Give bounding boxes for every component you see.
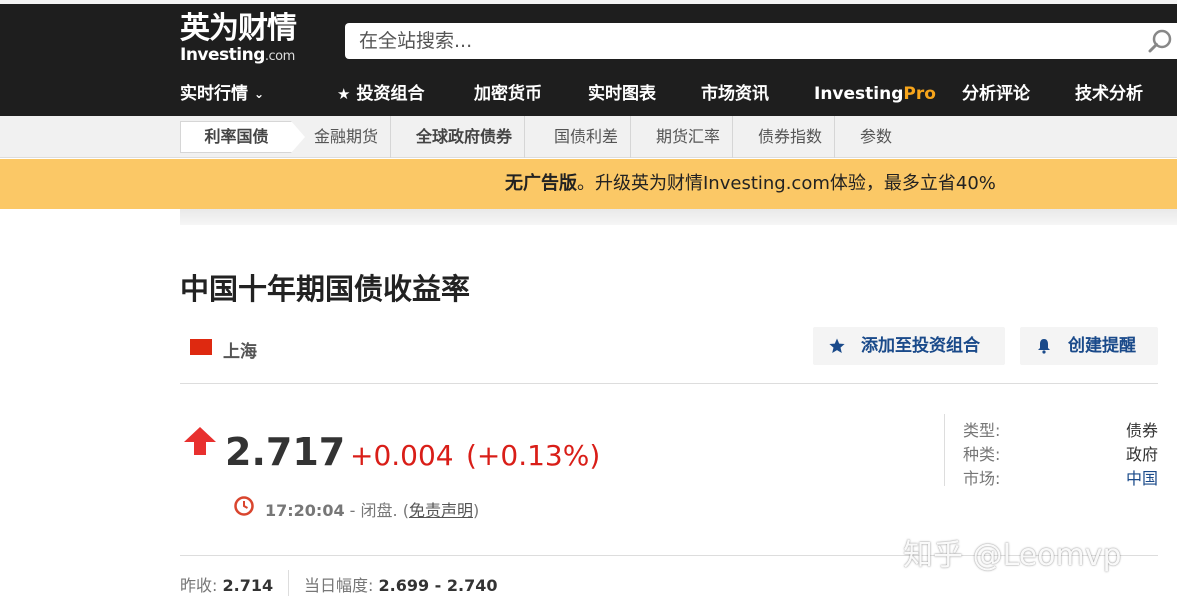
clock-icon <box>234 496 254 516</box>
nav-markets[interactable]: 实时行情 ⌄ <box>180 82 264 106</box>
main-nav: 实时行情 ⌄ ★ 投资组合 加密货币 实时图表 市场资讯 InvestingPro … <box>0 74 1177 116</box>
up-arrow-icon <box>184 427 216 455</box>
nav-portfolio[interactable]: ★ 投资组合 <box>337 82 424 106</box>
market-status: - 闭盘. ( <box>344 501 409 520</box>
info-divider <box>944 414 945 486</box>
china-flag-icon <box>190 339 212 355</box>
prev-close: 昨收: 2.714 <box>180 572 273 596</box>
site-logo[interactable]: 英为财情 Investing.com <box>180 12 330 68</box>
subnav-bond-indices[interactable]: 债券指数 <box>746 116 836 158</box>
chevron-down-icon: ⌄ <box>254 87 265 101</box>
subnav-futures-fx[interactable]: 期货汇率 <box>644 116 734 158</box>
info-market-link[interactable]: 中国 <box>1126 465 1158 489</box>
search-icon[interactable] <box>1148 28 1174 54</box>
day-range: 当日幅度: 2.699 - 2.740 <box>304 572 497 596</box>
info-category-value: 政府 <box>1125 445 1158 464</box>
promo-strong: 无广告版 <box>505 173 577 194</box>
quote-time-line: 17:20:04 - 闭盘. (免责声明) <box>265 497 479 521</box>
divider <box>180 383 1158 384</box>
price-change-percent: (+0.13%) <box>466 439 601 472</box>
nav-analysis[interactable]: 分析评论 <box>962 82 1030 106</box>
banner-shadow <box>180 209 1177 225</box>
star-icon <box>829 338 845 353</box>
day-range-value: 2.699 - 2.740 <box>378 576 498 595</box>
promo-text: 无广告版。升级英为财情Investing.com体验，最多立省40% <box>505 159 996 209</box>
prev-close-value: 2.714 <box>222 576 274 595</box>
subnav-rates-bonds[interactable]: 利率国债 <box>180 121 292 153</box>
promo-banner[interactable]: 无广告版。升级英为财情Investing.com体验，最多立省40% <box>0 159 1177 209</box>
sub-nav: 利率国债 金融期货 全球政府债券 国债利差 期货汇率 债券指数 参数 <box>0 116 1177 158</box>
watermark: 知乎 @Leomvp <box>903 538 1122 573</box>
nav-charts[interactable]: 实时图表 <box>588 82 656 106</box>
logo-chinese: 英为财情 <box>180 11 297 46</box>
last-price: 2.717 <box>225 430 346 474</box>
investing-pro-label-b: Pro <box>903 84 936 104</box>
close-paren: ) <box>472 501 480 520</box>
logo-english: Investing.com <box>180 46 295 66</box>
day-range-label: 当日幅度: <box>304 576 379 595</box>
prev-close-label: 昨收: <box>180 576 223 595</box>
nav-crypto[interactable]: 加密货币 <box>474 82 542 106</box>
nav-investing-pro[interactable]: InvestingPro <box>814 82 936 106</box>
nav-markets-label: 实时行情 <box>180 84 248 104</box>
search-input[interactable] <box>359 27 1119 55</box>
subnav-financial-futures[interactable]: 金融期货 <box>302 116 392 158</box>
top-header: 英为财情 Investing.com 实时行情⌄ ★投资组合 加密货币 实时图表… <box>0 0 1177 116</box>
nav-technical[interactable]: 技术分析 <box>1075 82 1143 106</box>
stat-separator <box>288 570 289 596</box>
logo-english-suffix: .com <box>264 49 295 64</box>
disclaimer-link[interactable]: 免责声明 <box>409 501 473 520</box>
nav-portfolio-label: 投资组合 <box>356 84 425 104</box>
subnav-params[interactable]: 参数 <box>848 116 904 158</box>
subnav-gov-bonds[interactable]: 全球政府债券 <box>404 116 526 158</box>
star-icon: ★ <box>337 85 351 103</box>
info-category-label: 种类: <box>963 445 1001 464</box>
price-change: +0.004 <box>350 439 454 472</box>
info-type-value: 债券 <box>1125 421 1158 440</box>
page-title: 中国十年期国债收益率 <box>180 272 471 306</box>
investing-pro-label-a: Investing <box>814 84 904 104</box>
logo-english-name: Investing <box>180 45 265 65</box>
promo-rest: 。升级英为财情Investing.com体验，最多立省40% <box>577 173 996 194</box>
create-alert-label: 创建提醒 <box>1068 336 1136 356</box>
browser-edge <box>0 0 1177 4</box>
nav-news[interactable]: 市场资讯 <box>701 82 769 106</box>
info-type-label: 类型: <box>963 421 1001 440</box>
add-to-portfolio-label: 添加至投资组合 <box>861 336 980 356</box>
subnav-bond-spreads[interactable]: 国债利差 <box>542 116 632 158</box>
search-box <box>345 23 1177 59</box>
quote-time: 17:20:04 <box>265 501 345 520</box>
add-to-portfolio-button[interactable]: 添加至投资组合 <box>813 327 1005 365</box>
bell-icon <box>1038 339 1050 354</box>
create-alert-button[interactable]: 创建提醒 <box>1020 327 1158 365</box>
exchange-location: 上海 <box>223 342 257 362</box>
info-market-label: 市场: <box>963 469 1001 488</box>
